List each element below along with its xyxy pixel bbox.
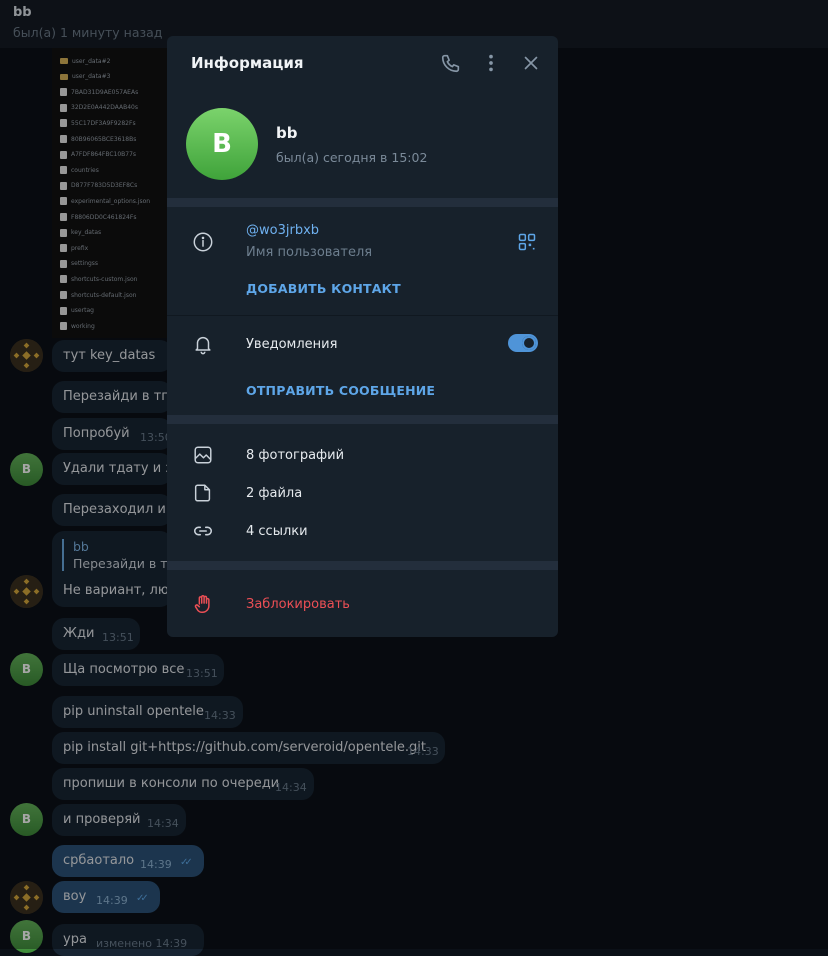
more-vertical-icon[interactable] [480,52,502,74]
user-info-dialog: Информация B bb был(а) сегодня в 15:02 @… [167,36,558,637]
notifications-toggle[interactable] [508,334,538,352]
send-message-button[interactable]: ОТПРАВИТЬ СООБЩЕНИЕ [246,383,435,398]
photos-link[interactable]: 8 фотографий [246,448,344,463]
files-link[interactable]: 2 файла [246,486,302,501]
dialog-title: Информация [191,54,304,72]
hand-stop-icon [192,593,214,615]
close-icon[interactable] [520,52,542,74]
toggle-knob [522,336,536,350]
section-divider [167,561,558,570]
add-contact-button[interactable]: ДОБАВИТЬ КОНТАКТ [246,281,401,296]
links-link[interactable]: 4 ссылки [246,524,308,539]
phone-icon[interactable] [440,52,462,74]
block-user-button[interactable]: Заблокировать [246,597,350,612]
profile-avatar[interactable]: B [186,108,258,180]
photo-icon [192,444,214,466]
row-divider [167,315,558,316]
file-icon [192,482,214,504]
section-divider [167,415,558,424]
profile-name: bb [276,124,298,142]
qr-code-icon[interactable] [517,232,539,254]
info-icon [192,231,214,253]
username-value[interactable]: @wo3jrbxb [246,223,319,238]
notifications-label: Уведомления [246,337,338,352]
bell-icon [192,333,214,355]
username-label: Имя пользователя [246,245,373,260]
section-divider [167,198,558,207]
link-icon [192,520,214,542]
profile-status: был(а) сегодня в 15:02 [276,150,428,165]
